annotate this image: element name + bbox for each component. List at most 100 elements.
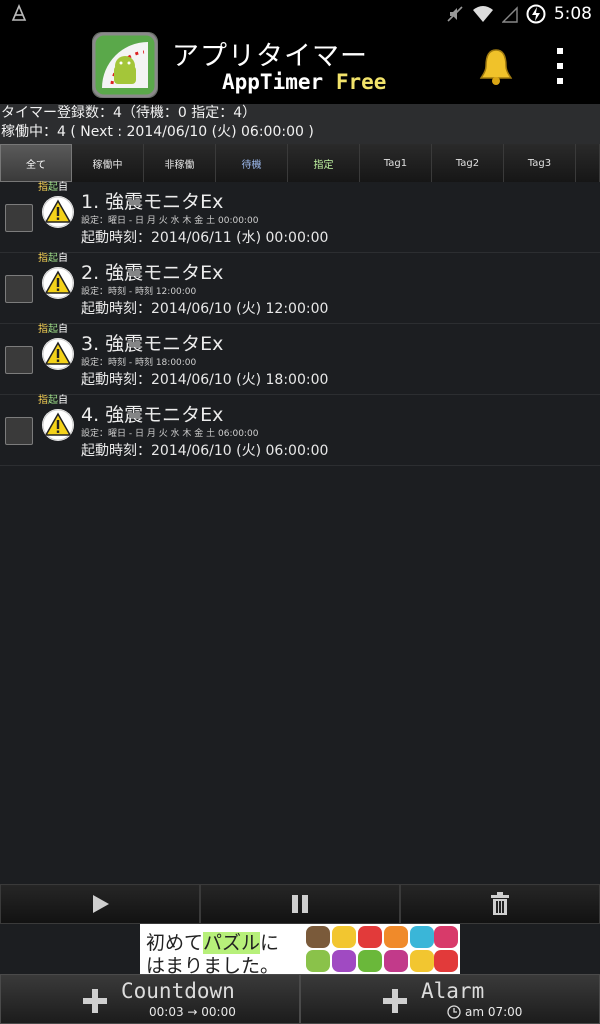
timer-next-launch: 起動時刻：2014/06/11 (水) 00:00:00 (81, 230, 329, 246)
warning-icon (42, 338, 74, 370)
app-title-jp: アプリタイマー (172, 41, 368, 72)
puzzle-piece-icon (410, 950, 434, 972)
debug-icon (11, 4, 27, 21)
add-countdown-button[interactable]: Countdown 00:03 → 00:00 (0, 974, 300, 1024)
plus-icon (383, 989, 407, 1013)
timer-setting: 設定：曜日 - 日 月 火 水 木 金 土 06:00:00 (81, 429, 259, 439)
overflow-menu-icon[interactable] (548, 44, 572, 88)
tab-running[interactable]: 稼働中 (72, 144, 144, 182)
flag-auto: 自 (58, 253, 68, 264)
tab-tag3[interactable]: Tag3 (504, 144, 576, 182)
warning-icon (42, 196, 74, 228)
tab-more[interactable] (576, 144, 600, 182)
countdown-sub: 00:03 → 00:00 (149, 1005, 236, 1019)
alarm-sub: am 07:00 (465, 1005, 523, 1019)
timer-flags: 指起自 (38, 253, 68, 265)
timer-name: 4. 強震モニタEx (81, 404, 224, 426)
play-button[interactable] (0, 884, 200, 924)
timer-setting: 設定：時刻 - 時刻 18:00:00 (81, 358, 197, 368)
signal-icon (501, 6, 518, 23)
tab-tag1[interactable]: Tag1 (360, 144, 432, 182)
puzzle-piece-icon (434, 950, 458, 972)
app-title-en: AppTimer Free (222, 70, 386, 94)
trash-icon (491, 892, 509, 915)
flag-launch: 起 (48, 324, 58, 335)
flag-specified: 指 (38, 253, 48, 264)
status-bar: 5:08 (0, 0, 600, 28)
puzzle-piece-icon (332, 950, 356, 972)
flag-auto: 自 (58, 395, 68, 406)
summary-running: 稼働中：4 ( Next : 2014/06/10 (火) 06:00:00 ) (1, 124, 314, 140)
timer-row[interactable]: 指起自 3. 強震モニタEx 設定：時刻 - 時刻 18:00:00 起動時刻：… (0, 324, 600, 395)
puzzle-piece-icon (306, 926, 330, 948)
summary-registered: タイマー登録数：4（待機：0 指定：4） (1, 105, 257, 121)
timer-summary: タイマー登録数：4（待機：0 指定：4） 稼働中：4 ( Next : 2014… (0, 104, 600, 144)
timer-row[interactable]: 指起自 4. 強震モニタEx 設定：曜日 - 日 月 火 水 木 金 土 06:… (0, 395, 600, 466)
clock-icon (447, 1005, 461, 1019)
warning-icon (42, 267, 74, 299)
pause-icon (292, 895, 308, 913)
puzzle-piece-icon (384, 950, 408, 972)
timer-checkbox[interactable] (5, 417, 33, 445)
mute-icon (447, 6, 463, 22)
flag-specified: 指 (38, 182, 48, 193)
warning-icon (42, 409, 74, 441)
app-header: アプリタイマー AppTimer Free (0, 28, 600, 104)
timer-next-launch: 起動時刻：2014/06/10 (火) 18:00:00 (81, 372, 329, 388)
puzzle-piece-icon (434, 926, 458, 948)
tab-standby[interactable]: 待機 (216, 144, 288, 182)
tab-specified[interactable]: 指定 (288, 144, 360, 182)
pause-button[interactable] (200, 884, 400, 924)
flag-specified: 指 (38, 395, 48, 406)
timer-next-launch: 起動時刻：2014/06/10 (火) 12:00:00 (81, 301, 329, 317)
wifi-icon (472, 6, 493, 22)
bottom-actions: Countdown 00:03 → 00:00 Alarm am 07:00 (0, 974, 600, 1024)
timer-flags: 指起自 (38, 324, 68, 336)
tab-all[interactable]: 全て (0, 144, 72, 182)
tab-inactive[interactable]: 非稼働 (144, 144, 216, 182)
control-bar (0, 884, 600, 924)
delete-button[interactable] (400, 884, 600, 924)
countdown-label: Countdown (121, 979, 235, 1003)
timer-row[interactable]: 指起自 1. 強震モニタEx 設定：曜日 - 日 月 火 水 木 金 土 00:… (0, 182, 600, 253)
tab-tag2[interactable]: Tag2 (432, 144, 504, 182)
plus-icon (83, 989, 107, 1013)
timer-row[interactable]: 指起自 2. 強震モニタEx 設定：時刻 - 時刻 12:00:00 起動時刻：… (0, 253, 600, 324)
timer-checkbox[interactable] (5, 346, 33, 374)
timer-setting: 設定：時刻 - 時刻 12:00:00 (81, 287, 197, 297)
timer-flags: 指起自 (38, 182, 68, 194)
puzzle-piece-icon (384, 926, 408, 948)
ad-area: 初めてパズルに はまりました。 (0, 924, 600, 977)
timer-checkbox[interactable] (5, 275, 33, 303)
puzzle-piece-icon (332, 926, 356, 948)
app-logo-icon (92, 32, 158, 98)
clock: 5:08 (553, 4, 592, 24)
puzzle-piece-icon (306, 950, 330, 972)
filter-tabs: 全て 稼働中 非稼働 待機 指定 Tag1 Tag2 Tag3 (0, 144, 600, 182)
bell-icon[interactable] (478, 46, 514, 86)
flag-specified: 指 (38, 324, 48, 335)
timer-list: 指起自 1. 強震モニタEx 設定：曜日 - 日 月 火 水 木 金 土 00:… (0, 182, 600, 466)
flag-launch: 起 (48, 395, 58, 406)
timer-checkbox[interactable] (5, 204, 33, 232)
puzzle-piece-icon (358, 950, 382, 972)
add-alarm-button[interactable]: Alarm am 07:00 (300, 974, 600, 1024)
ad-banner[interactable]: 初めてパズルに はまりました。 (140, 924, 460, 977)
puzzle-piece-icon (410, 926, 434, 948)
flag-auto: 自 (58, 324, 68, 335)
app-title-free: Free (335, 70, 387, 94)
play-icon (93, 895, 109, 913)
timer-name: 1. 強震モニタEx (81, 191, 224, 213)
battery-charging-icon (526, 4, 546, 24)
timer-name: 3. 強震モニタEx (81, 333, 224, 355)
app-title-name: AppTimer (222, 70, 324, 94)
timer-setting: 設定：曜日 - 日 月 火 水 木 金 土 00:00:00 (81, 216, 259, 226)
alarm-label: Alarm (421, 979, 485, 1003)
puzzle-piece-icon (358, 926, 382, 948)
timer-next-launch: 起動時刻：2014/06/10 (火) 06:00:00 (81, 443, 329, 459)
flag-launch: 起 (48, 253, 58, 264)
flag-auto: 自 (58, 182, 68, 193)
timer-name: 2. 強震モニタEx (81, 262, 224, 284)
flag-launch: 起 (48, 182, 58, 193)
timer-flags: 指起自 (38, 395, 68, 407)
